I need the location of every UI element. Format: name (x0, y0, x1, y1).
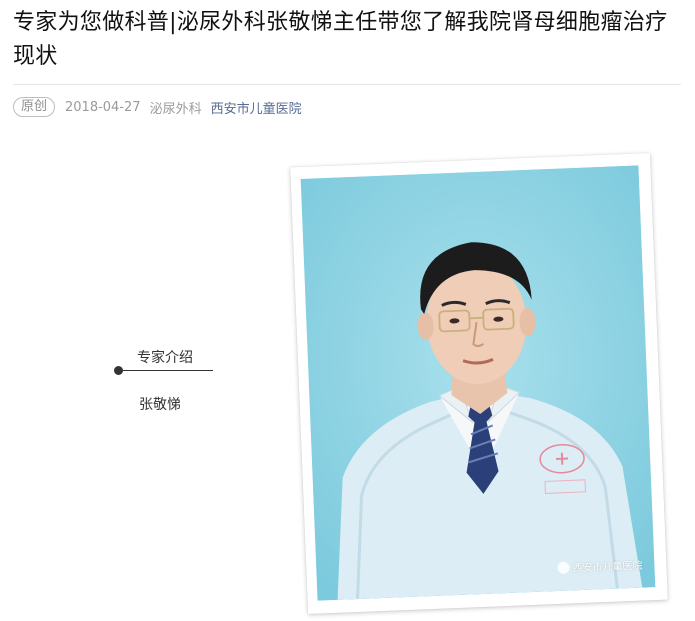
expert-intro-line (118, 370, 213, 371)
expert-name: 张敬悌 (139, 397, 181, 413)
article-category: 泌尿外科 (149, 101, 202, 117)
account-name-link[interactable]: 西安市儿童医院 (211, 98, 302, 117)
expert-intro-label: 专家介绍 (137, 350, 193, 366)
wechat-icon (557, 561, 570, 574)
expert-intro-dot (114, 366, 123, 375)
photo-watermark-text: 西安市儿童医院 (572, 560, 643, 575)
original-badge: 原创 (13, 97, 56, 117)
title-divider (13, 84, 681, 85)
article-title: 专家为您做科普|泌尿外科张敬悌主任带您了解我院肾母细胞瘤治疗现状 (13, 10, 668, 69)
doctor-photo[interactable]: 西安市儿童医院 (300, 165, 656, 601)
publish-date: 2018-04-27 (65, 99, 141, 115)
article-meta: 原创 2018-04-27 泌尿外科 西安市儿童医院 (13, 96, 302, 118)
doctor-photo-frame: 西安市儿童医院 (290, 152, 668, 615)
doctor-portrait-illustration (300, 165, 656, 601)
